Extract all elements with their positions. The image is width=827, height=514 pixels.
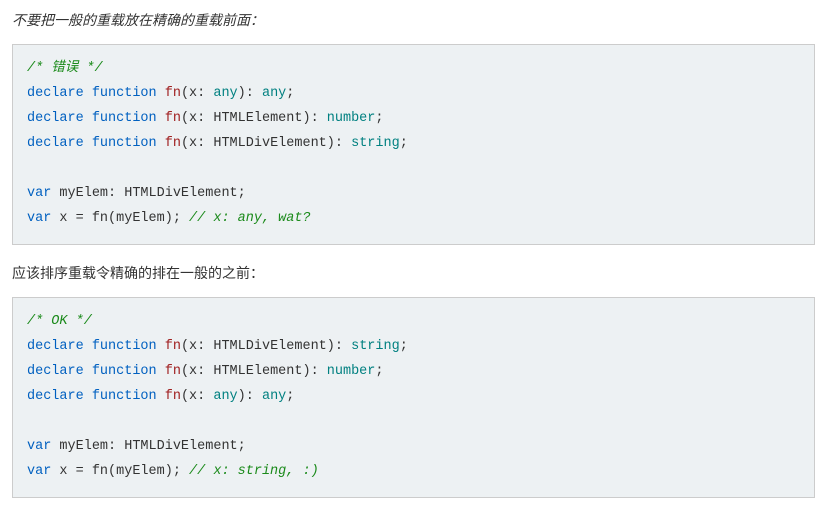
type: number — [327, 111, 376, 126]
type: any — [213, 86, 237, 101]
type: string — [351, 136, 400, 151]
keyword: function — [92, 339, 157, 354]
comment: // x: string, :) — [189, 464, 319, 479]
punct: (x: HTMLDivElement): — [181, 136, 351, 151]
punct: (x: — [181, 389, 213, 404]
punct: ; — [286, 86, 294, 101]
fn-name: fn — [165, 86, 181, 101]
fn-name: fn — [165, 136, 181, 151]
comment: /* OK */ — [27, 314, 92, 329]
punct: ; — [375, 364, 383, 379]
punct: ; — [286, 389, 294, 404]
keyword: function — [92, 136, 157, 151]
type: any — [213, 389, 237, 404]
keyword: declare — [27, 389, 84, 404]
keyword: var — [27, 464, 51, 479]
fn-name: fn — [165, 389, 181, 404]
keyword: declare — [27, 111, 84, 126]
punct: ; — [375, 111, 383, 126]
code-text: myElem: HTMLDivElement; — [51, 186, 245, 201]
type: any — [262, 389, 286, 404]
keyword: function — [92, 364, 157, 379]
comment: /* 错误 */ — [27, 61, 103, 76]
keyword: declare — [27, 86, 84, 101]
fn-name: fn — [165, 111, 181, 126]
punct: (x: — [181, 86, 213, 101]
punct: ): — [238, 389, 262, 404]
keyword: var — [27, 186, 51, 201]
punct: (x: HTMLDivElement): — [181, 339, 351, 354]
keyword: declare — [27, 136, 84, 151]
punct: (x: HTMLElement): — [181, 364, 327, 379]
code-text: myElem: HTMLDivElement; — [51, 439, 245, 454]
type: any — [262, 86, 286, 101]
punct: (x: HTMLElement): — [181, 111, 327, 126]
keyword: function — [92, 389, 157, 404]
intro-text: 不要把一般的重载放在精确的重载前面： — [12, 10, 815, 30]
keyword: var — [27, 211, 51, 226]
punct: ): — [238, 86, 262, 101]
keyword: function — [92, 86, 157, 101]
fn-name: fn — [165, 364, 181, 379]
type: number — [327, 364, 376, 379]
code-block-ok: /* OK */ declare function fn(x: HTMLDivE… — [12, 297, 815, 498]
mid-text: 应该排序重载令精确的排在一般的之前： — [12, 263, 815, 283]
punct: ; — [400, 339, 408, 354]
code-text: x = fn(myElem); — [51, 211, 189, 226]
code-block-wrong: /* 错误 */ declare function fn(x: any): an… — [12, 44, 815, 245]
comment: // x: any, wat? — [189, 211, 311, 226]
keyword: declare — [27, 364, 84, 379]
code-text: x = fn(myElem); — [51, 464, 189, 479]
fn-name: fn — [165, 339, 181, 354]
keyword: declare — [27, 339, 84, 354]
keyword: function — [92, 111, 157, 126]
punct: ; — [400, 136, 408, 151]
keyword: var — [27, 439, 51, 454]
type: string — [351, 339, 400, 354]
